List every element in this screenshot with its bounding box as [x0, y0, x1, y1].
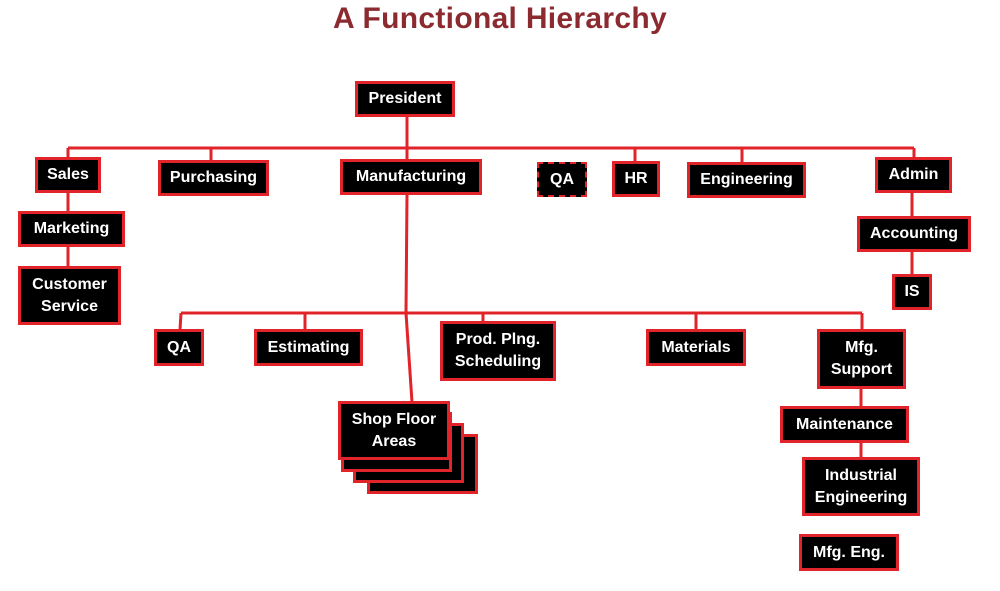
node-manufacturing: Manufacturing [340, 159, 482, 195]
connector-mfg-down [404, 194, 409, 314]
connector-qa-mfg [178, 312, 183, 331]
node-accounting: Accounting [857, 216, 971, 252]
node-purchasing: Purchasing [158, 160, 269, 196]
node-shop-floor-areas: Shop Floor Areas [338, 401, 450, 460]
node-mfg-support: Mfg. Support [817, 329, 906, 389]
node-engineering: Engineering [687, 162, 806, 198]
node-admin: Admin [875, 157, 952, 193]
node-maintenance: Maintenance [780, 406, 909, 443]
node-industrial-engineering: Industrial Engineering [802, 457, 920, 516]
node-president: President [355, 81, 455, 117]
node-mfg-eng: Mfg. Eng. [799, 534, 899, 571]
node-prod-plng-scheduling: Prod. Plng. Scheduling [440, 321, 556, 381]
connector-shop-floor [404, 312, 414, 403]
node-marketing: Marketing [18, 211, 125, 247]
node-estimating: Estimating [254, 329, 363, 366]
node-qa-top: QA [537, 162, 587, 197]
node-sales: Sales [35, 157, 101, 193]
node-materials: Materials [646, 329, 746, 366]
node-is: IS [892, 274, 932, 310]
node-qa-mfg: QA [154, 329, 204, 366]
node-hr: HR [612, 161, 660, 197]
node-customer-service: Customer Service [18, 266, 121, 325]
org-chart: A Functional Hierarchy President Sales P… [0, 0, 1000, 591]
